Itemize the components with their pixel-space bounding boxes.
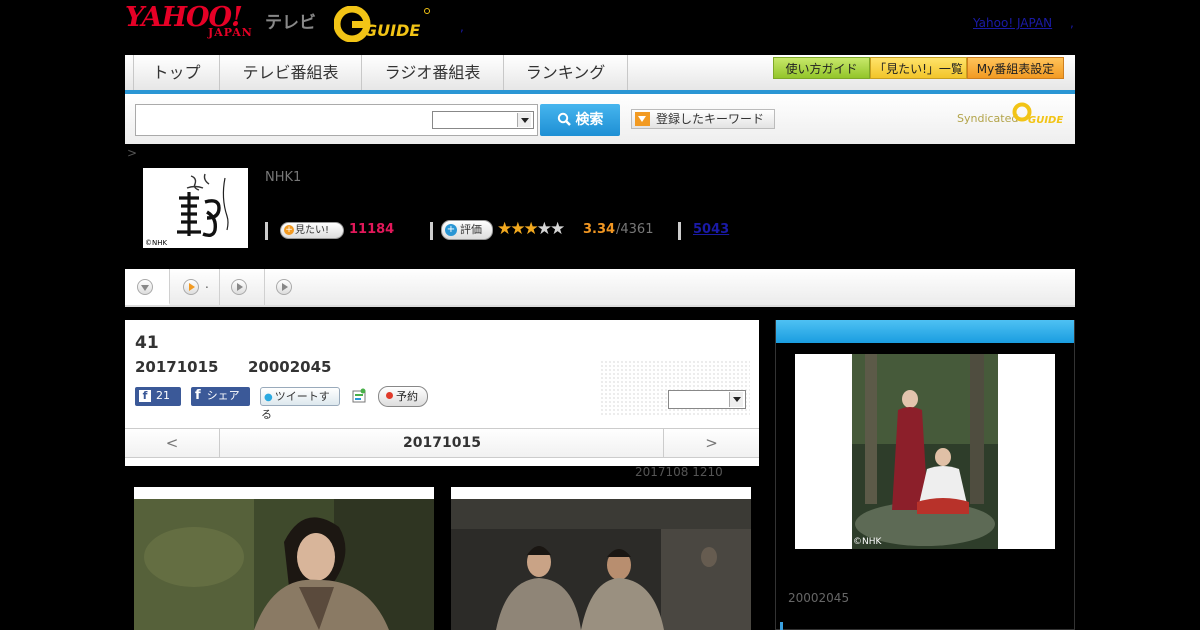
tab-program-info-label: . <box>205 277 209 291</box>
chevron-down-icon <box>137 279 153 295</box>
program-key-visual-image <box>852 354 998 549</box>
header-link-separator: , <box>1070 16 1074 30</box>
search-icon <box>557 112 571 126</box>
syndicated-label: Syndicated <box>957 112 1019 125</box>
gguide-logo[interactable]: GUIDE <box>334 6 430 42</box>
record-icon <box>386 392 393 399</box>
bookmark-icon[interactable] <box>351 388 367 407</box>
average-rating: 3.34 <box>583 222 616 237</box>
scene-photo-two-men-image <box>451 499 751 630</box>
rate-button[interactable]: + 評価 <box>441 220 493 240</box>
facebook-icon: f <box>139 390 151 402</box>
review-count-link[interactable]: 5043 <box>693 222 729 237</box>
want-to-watch-count: 11184 <box>349 222 395 237</box>
want-to-watch-button[interactable]: + 見たい! <box>280 222 344 239</box>
svg-text:GUIDE: GUIDE <box>364 21 420 40</box>
tv-logo-text[interactable]: テレビ <box>265 8 316 33</box>
play-icon <box>183 279 199 295</box>
side-image-credit: ©NHK <box>853 537 882 547</box>
channel-name: NHK1 <box>265 170 302 185</box>
play-icon <box>276 279 292 295</box>
nav-tab-top[interactable]: トップ <box>133 55 220 91</box>
side-program-image: ©NHK <box>795 354 1055 549</box>
share-label: シェア <box>206 389 240 402</box>
svg-text:GUIDE: GUIDE <box>1028 115 1063 126</box>
facebook-like-button[interactable]: f 21 <box>135 387 181 406</box>
episode-date-nav: < 20171015 > <box>125 428 759 458</box>
tab-program-info[interactable]: . <box>170 269 220 305</box>
tab-reviews[interactable] <box>265 269 305 305</box>
divider <box>678 222 681 240</box>
main-nav: トップ テレビ番組表 ラジオ番組表 ランキング 使い方ガイド 「見たい!」一覧 … <box>125 55 1075 91</box>
my-listings-settings-button[interactable]: My番組表設定 <box>967 57 1064 79</box>
nav-tab-tv-listings[interactable]: テレビ番組表 <box>220 55 362 91</box>
side-accent <box>780 622 783 630</box>
scene-photo-1 <box>134 487 434 630</box>
calligraphy-title-image <box>177 173 229 238</box>
header-dot: , <box>460 20 464 34</box>
chevron-down-icon <box>733 397 741 402</box>
sidebar-header <box>776 320 1074 343</box>
tab-cast[interactable] <box>220 269 265 305</box>
plus-icon: + <box>445 224 457 236</box>
select-arrow-box <box>517 113 531 127</box>
episode-number: 41 <box>135 333 159 353</box>
tab-episode[interactable] <box>125 269 170 305</box>
prev-episode-button[interactable]: < <box>125 429 220 457</box>
facebook-count: 21 <box>156 389 170 402</box>
facebook-icon: f <box>195 388 201 403</box>
thumbnail-credit: ©NHK <box>145 239 168 247</box>
star-rating-icon: ★★★★★ <box>497 219 566 239</box>
search-button-label: 検索 <box>575 112 604 128</box>
chevron-down-icon <box>521 118 529 123</box>
rating-count: /4361 <box>616 222 654 237</box>
divider <box>430 222 433 240</box>
search-category-select[interactable] <box>432 111 534 129</box>
scene-photo-2 <box>451 487 751 630</box>
next-episode-button[interactable]: > <box>663 429 759 457</box>
select-arrow-box <box>729 392 743 407</box>
play-icon <box>231 279 247 295</box>
air-time: 20002045 <box>248 358 332 376</box>
nav-tab-radio-listings[interactable]: ラジオ番組表 <box>362 55 504 91</box>
saved-keywords-label: 登録したキーワード <box>656 112 765 126</box>
yahoo-japan-link[interactable]: Yahoo! JAPAN <box>973 16 1052 30</box>
reserve-recording-button[interactable]: 予約 <box>378 386 428 407</box>
nav-tab-ranking[interactable]: ランキング <box>504 55 628 91</box>
filled-stars: ★★★ <box>497 219 539 239</box>
facebook-share-button[interactable]: f シェア <box>191 387 250 406</box>
breadcrumb: > <box>127 146 138 160</box>
usage-guide-button[interactable]: 使い方ガイド <box>773 57 870 79</box>
side-air-time: 20002045 <box>788 591 850 605</box>
divider <box>265 222 268 240</box>
search-button[interactable]: 検索 <box>540 104 620 136</box>
scene-photo-woman-image <box>134 499 434 630</box>
want-to-watch-label: 見たい! <box>295 225 330 236</box>
watchlist-button[interactable]: 「見たい!」一覧 <box>870 57 967 79</box>
dropdown-arrow-icon <box>635 112 650 126</box>
saved-keywords-button[interactable]: 登録したキーワード <box>631 109 775 129</box>
reserve-label: 予約 <box>396 390 418 403</box>
syndicated-gguide-logo: GUIDE <box>1012 102 1063 126</box>
episode-select[interactable] <box>668 390 746 409</box>
rate-label: 評価 <box>460 223 482 236</box>
update-timestamp: 2017108 1210 <box>635 465 723 479</box>
plus-icon: + <box>284 225 294 235</box>
empty-stars: ★★ <box>536 219 566 239</box>
program-thumbnail: ©NHK <box>143 168 248 248</box>
twitter-bird-icon: ● <box>264 392 273 403</box>
tweet-button[interactable]: ● ツイートする <box>260 387 340 421</box>
yahoo-japan-logo-sub: JAPAN <box>208 26 253 39</box>
current-episode-date: 20171015 <box>403 435 481 451</box>
program-sub-tabs: . <box>125 269 1075 307</box>
air-date: 20171015 <box>135 358 219 376</box>
